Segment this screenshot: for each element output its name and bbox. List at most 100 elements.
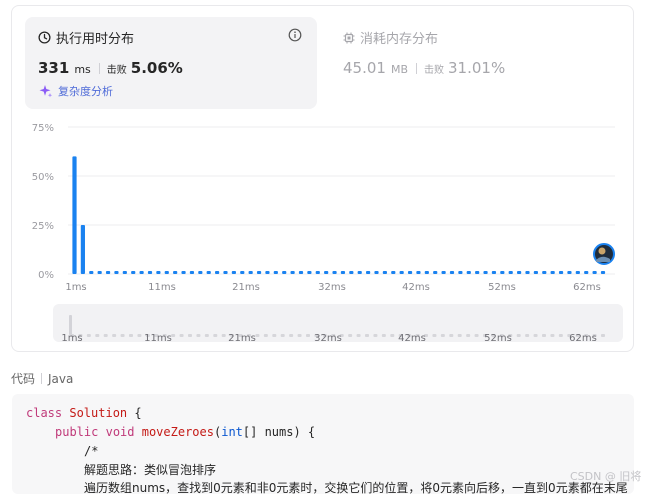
method-name: moveZeroes	[141, 425, 214, 439]
chart-bar	[592, 271, 597, 274]
x-tick-label: 62ms	[573, 282, 601, 293]
chart-bar	[349, 271, 354, 274]
navigator-bar	[289, 334, 294, 337]
chart-bar	[533, 271, 538, 274]
y-tick-label: 0%	[38, 270, 54, 281]
chart-bar	[248, 271, 253, 274]
code-line: 遍历数组nums，查找到0元素和非0元素时，交换它们的位置，将0元素向后移，一直…	[84, 479, 628, 494]
navigator-bar	[255, 334, 260, 337]
navigator-spike	[69, 315, 72, 335]
chart-bar	[89, 271, 94, 274]
x-tick-label: 1ms	[65, 282, 86, 293]
keyword: public	[55, 425, 99, 439]
code-line: public void moveZeroes(int[] nums) {	[55, 425, 315, 439]
chart-bar	[525, 271, 530, 274]
chart-bar	[600, 271, 606, 274]
chart-bar	[458, 271, 463, 274]
keyword: void	[105, 425, 135, 439]
navigator-tick-label: 62ms	[569, 333, 597, 344]
chart-bar	[206, 271, 211, 274]
navigator-bar	[449, 334, 454, 337]
chart-bar	[441, 271, 446, 274]
chart-bar	[223, 271, 228, 274]
chart-bar	[340, 271, 346, 274]
chart-bar	[558, 271, 564, 274]
chart-bar	[542, 271, 547, 274]
runtime-distribution-chart[interactable]: 75% 50% 25% 0% 1ms 11ms 21ms 32ms 42ms 52ms 62ms 1m…	[0, 0, 650, 360]
navigator-tick-label: 21ms	[228, 333, 256, 344]
navigator-bar	[533, 334, 538, 337]
navigator-bar	[440, 334, 445, 337]
chart-bar	[181, 271, 186, 274]
chart-bar	[147, 271, 153, 274]
code-label: 代码	[11, 372, 36, 386]
chart-bar	[156, 271, 161, 274]
keyword: class	[26, 406, 63, 420]
chart-bar	[517, 271, 522, 274]
code-line: class Solution {	[26, 406, 142, 420]
divider	[41, 373, 43, 384]
chart-bar	[508, 271, 513, 274]
chart-bar	[189, 271, 195, 274]
chart-bar	[164, 271, 169, 274]
x-tick-label: 21ms	[232, 282, 260, 293]
chart-bar	[391, 271, 396, 274]
navigator-bar	[306, 334, 310, 337]
chart-bar	[332, 271, 337, 274]
comment-text: 解题思路：类似冒泡排序	[84, 463, 217, 477]
chart-bar	[215, 271, 220, 274]
x-tick-label: 42ms	[402, 282, 430, 293]
chart-bar	[122, 271, 127, 274]
x-tick-label: 32ms	[318, 282, 346, 293]
code-block[interactable]: class Solution { public void moveZeroes(…	[12, 394, 634, 494]
code-text: {	[127, 406, 142, 420]
chart-bar	[198, 271, 203, 274]
navigator-bar	[525, 334, 530, 337]
navigator-bar	[120, 334, 125, 337]
navigator-bar	[356, 334, 361, 337]
y-tick-label: 50%	[32, 172, 54, 183]
chart-bar	[466, 271, 471, 274]
user-avatar-marker	[593, 243, 615, 265]
chart-bar	[575, 271, 580, 274]
navigator-bar	[95, 334, 100, 337]
code-line: /*	[84, 444, 98, 458]
chart-bar	[357, 271, 362, 274]
navigator-bar	[179, 334, 184, 337]
navigator-bar	[432, 334, 437, 337]
chart-bar	[483, 271, 488, 274]
class-name: Solution	[69, 406, 128, 420]
chart-bar	[273, 271, 278, 274]
navigator-bar	[390, 334, 395, 337]
chart-bar	[298, 271, 304, 274]
chart-bar	[324, 271, 329, 274]
navigator-bar	[457, 334, 462, 337]
navigator-bar	[137, 334, 142, 337]
comment-text: /*	[84, 444, 99, 458]
navigator-bar	[381, 334, 386, 337]
chart-bar	[290, 271, 295, 274]
chart-bar	[114, 271, 119, 274]
chart-bar	[282, 271, 287, 274]
chart-bar	[449, 271, 455, 274]
chart-bar	[382, 271, 387, 274]
navigator-bar	[550, 334, 555, 337]
y-tick-label: 75%	[32, 123, 54, 134]
navigator-tick-label: 1ms	[61, 333, 82, 344]
chart-bar	[315, 271, 320, 274]
chart-bar	[500, 271, 505, 274]
chart-bar	[407, 271, 413, 274]
navigator-tick-label: 42ms	[398, 333, 426, 344]
chart-bar	[584, 271, 589, 274]
navigator-bar	[280, 334, 285, 337]
navigator-bar	[86, 334, 91, 337]
chart-bar	[567, 271, 572, 274]
navigator-bar	[221, 334, 226, 337]
navigator-bar	[542, 334, 546, 337]
navigator-bar	[204, 334, 209, 337]
chart-bar	[265, 271, 270, 274]
navigator-bar	[373, 334, 378, 337]
code-language: Java	[48, 371, 74, 386]
chart-bar	[416, 271, 421, 274]
chart-bar	[131, 271, 136, 274]
